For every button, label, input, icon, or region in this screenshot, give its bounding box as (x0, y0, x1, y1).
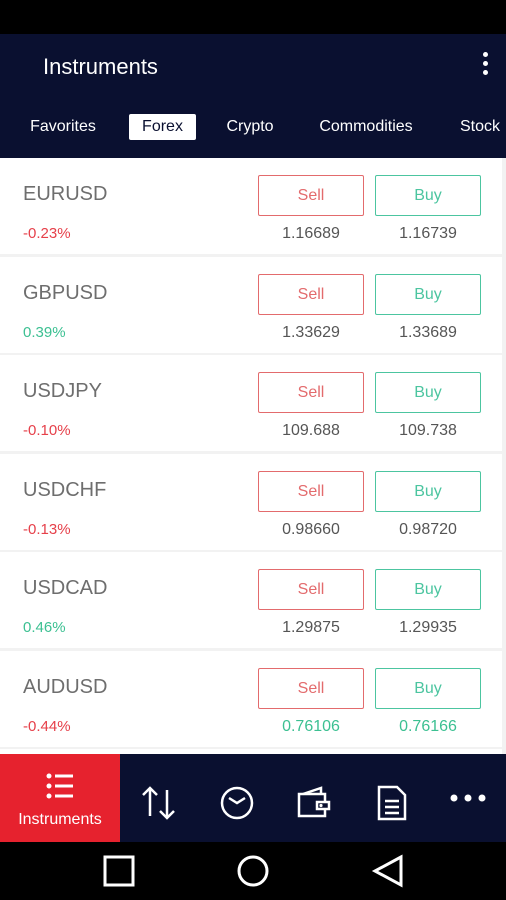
change-percent: -0.13% (23, 520, 71, 538)
instrument-row[interactable]: USDCAD 0.46% Sell Buy 1.29875 1.29935 (0, 552, 502, 648)
tab-forex[interactable]: Forex (129, 114, 196, 140)
tab-favorites[interactable]: Favorites (27, 114, 99, 140)
buy-button[interactable]: Buy (375, 372, 481, 413)
system-navigation-bar (0, 842, 506, 900)
tab-commodities[interactable]: Commodities (313, 114, 419, 140)
instrument-row[interactable]: GBPUSD 0.39% Sell Buy 1.33629 1.33689 (0, 256, 502, 353)
more-dots-icon[interactable] (448, 792, 488, 804)
change-percent: -0.23% (23, 225, 71, 242)
instrument-row[interactable]: EURUSD -0.23% Sell Buy 1.16689 1.16739 (0, 158, 502, 254)
instrument-symbol: USDJPY (23, 380, 102, 402)
sell-button[interactable]: Sell (258, 175, 364, 216)
back-triangle-icon[interactable] (371, 854, 405, 888)
nav-instruments-label: Instruments (18, 811, 102, 828)
document-icon[interactable] (373, 784, 411, 822)
bottom-navigation: Instruments (0, 754, 506, 842)
instrument-symbol: EURUSD (23, 183, 108, 205)
buy-price: 1.29935 (399, 619, 457, 636)
change-percent: 0.46% (23, 619, 66, 636)
clock-icon[interactable] (218, 784, 256, 822)
sell-price: 0.98660 (282, 520, 340, 538)
sell-price: 109.688 (282, 422, 340, 439)
buy-price: 1.16739 (399, 225, 457, 242)
status-bar (0, 0, 506, 34)
wallet-icon[interactable] (295, 784, 333, 822)
sell-button[interactable]: Sell (258, 470, 364, 512)
sell-button[interactable]: Sell (258, 273, 364, 315)
instrument-symbol: USDCAD (23, 577, 108, 599)
tab-stock[interactable]: Stock (454, 114, 506, 140)
instrument-list[interactable]: EURUSD -0.23% Sell Buy 1.16689 1.16739 G… (0, 158, 506, 754)
instrument-symbol: GBPUSD (23, 281, 108, 304)
instrument-symbol: USDCHF (23, 478, 107, 501)
instrument-row[interactable]: AUDUSD -0.44% Sell Buy 0.76106 0.76166 (0, 650, 502, 747)
sell-button[interactable]: Sell (258, 569, 364, 610)
buy-button[interactable]: Buy (375, 569, 481, 610)
buy-price: 109.738 (399, 422, 457, 439)
sell-button[interactable]: Sell (258, 667, 364, 709)
app-bar: Instruments Favorites Forex Crypto Commo… (0, 34, 506, 158)
recents-square-icon[interactable] (102, 854, 136, 888)
home-circle-icon[interactable] (236, 854, 270, 888)
tab-crypto[interactable]: Crypto (222, 114, 278, 140)
change-percent: -0.44% (23, 717, 71, 735)
overflow-menu-icon[interactable] (478, 52, 492, 80)
instrument-row[interactable]: USDJPY -0.10% Sell Buy 109.688 109.738 (0, 355, 502, 451)
sell-price: 1.16689 (282, 225, 340, 242)
buy-button[interactable]: Buy (375, 470, 481, 512)
buy-price: 1.33689 (399, 323, 457, 341)
sell-price: 1.33629 (282, 323, 340, 341)
instrument-tabs: Favorites Forex Crypto Commodities Stock (0, 114, 506, 142)
buy-price: 0.76166 (399, 717, 457, 735)
sell-price: 0.76106 (282, 717, 340, 735)
buy-button[interactable]: Buy (375, 667, 481, 709)
sell-price: 1.29875 (282, 619, 340, 636)
list-icon (46, 773, 73, 799)
sell-button[interactable]: Sell (258, 372, 364, 413)
buy-price: 0.98720 (399, 520, 457, 538)
buy-button[interactable]: Buy (375, 175, 481, 216)
page-title: Instruments (43, 54, 158, 79)
arrows-updown-icon[interactable] (140, 784, 178, 822)
change-percent: -0.10% (23, 422, 71, 439)
buy-button[interactable]: Buy (375, 273, 481, 315)
change-percent: 0.39% (23, 323, 66, 341)
instrument-row[interactable]: USDCHF -0.13% Sell Buy 0.98660 0.98720 (0, 453, 502, 550)
instrument-symbol: AUDUSD (23, 675, 108, 698)
nav-instruments[interactable]: Instruments (0, 754, 120, 842)
